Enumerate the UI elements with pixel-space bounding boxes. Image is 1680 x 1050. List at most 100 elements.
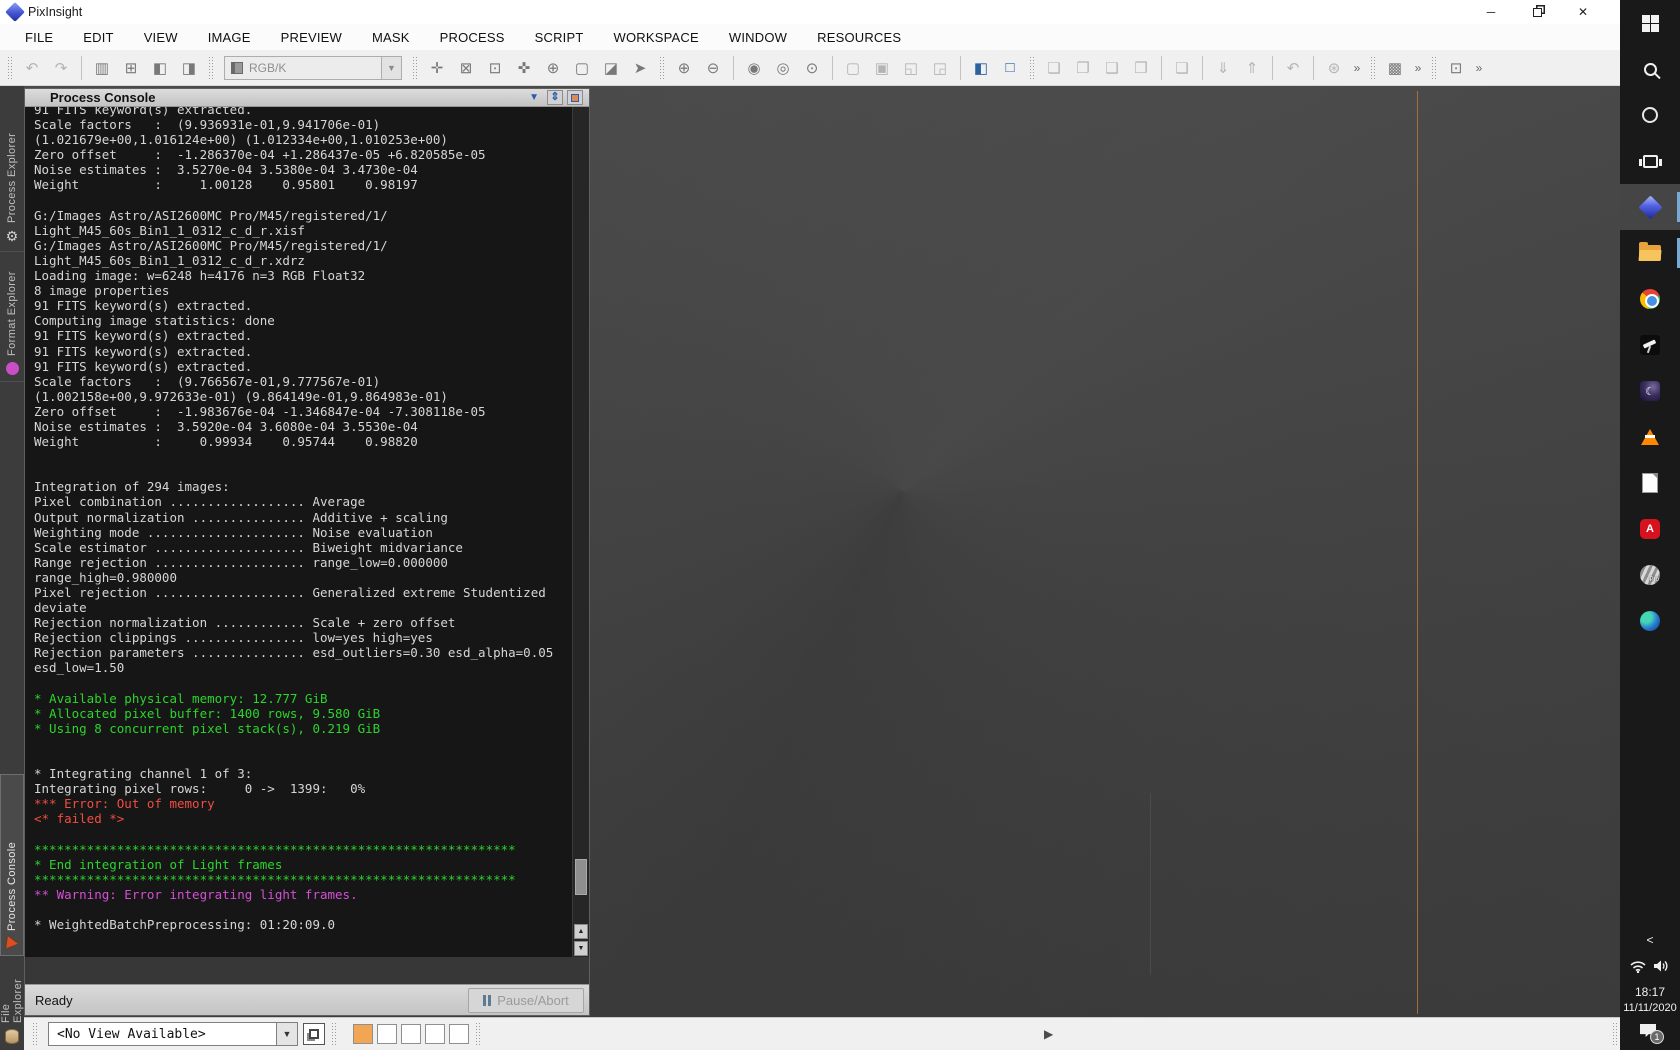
- color-swatch-white[interactable]: [449, 1024, 469, 1044]
- menu-mask[interactable]: MASK: [357, 30, 425, 45]
- restore-process-icons-icon[interactable]: ↶: [1280, 55, 1306, 81]
- toolbar-overflow-chevron[interactable]: »: [1411, 61, 1425, 75]
- toolbar-overflow-chevron[interactable]: »: [1472, 61, 1486, 75]
- taskbar-stellarium-button[interactable]: ☾: [1620, 368, 1680, 414]
- cortana-button[interactable]: [1620, 92, 1680, 138]
- workspace-texture-icon[interactable]: ▩: [1382, 55, 1408, 81]
- readout-mode-icon[interactable]: ➤: [627, 55, 653, 81]
- wifi-icon[interactable]: [1630, 960, 1646, 973]
- menu-window[interactable]: WINDOW: [714, 30, 802, 45]
- console-shade-button[interactable]: ⇕: [547, 90, 563, 105]
- color-swatch-white[interactable]: [377, 1024, 397, 1044]
- center-view-icon[interactable]: ⊕: [540, 55, 566, 81]
- chevron-down-icon[interactable]: ▼: [381, 57, 401, 79]
- new-image-icon[interactable]: ⊞: [118, 55, 144, 81]
- menu-image[interactable]: IMAGE: [193, 30, 266, 45]
- select-all-previews-icon[interactable]: ▣: [869, 55, 895, 81]
- taskbar-chrome-button[interactable]: [1620, 276, 1680, 322]
- console-dock-button[interactable]: [567, 90, 583, 105]
- undo-icon[interactable]: ↶: [19, 55, 45, 81]
- screen-setup-icon[interactable]: ⊡: [1443, 55, 1469, 81]
- console-titlebar[interactable]: Process Console ▼ ⇕: [25, 89, 589, 107]
- taskbar-pixinsight-button[interactable]: [1620, 184, 1680, 230]
- save-image-icon[interactable]: ◧: [147, 55, 173, 81]
- menu-edit[interactable]: EDIT: [68, 30, 128, 45]
- scrollbar-track[interactable]: [573, 107, 589, 923]
- new-process-icon-icon[interactable]: ❏: [1041, 55, 1067, 81]
- color-swatch-white[interactable]: [425, 1024, 445, 1044]
- scroll-down-button[interactable]: ▼: [574, 941, 588, 956]
- maximize-window-icon[interactable]: ◧: [968, 55, 994, 81]
- redo-icon[interactable]: ↷: [48, 55, 74, 81]
- close-button[interactable]: ✕: [1568, 2, 1598, 22]
- scrollbar-thumb[interactable]: [575, 859, 587, 895]
- menu-workspace[interactable]: WORKSPACE: [599, 30, 714, 45]
- maximize-button[interactable]: [1522, 2, 1552, 22]
- taskbar-sgp-button[interactable]: Pro: [1620, 552, 1680, 598]
- add-process-icon-icon[interactable]: ❒: [1128, 55, 1154, 81]
- menu-preview[interactable]: PREVIEW: [266, 30, 357, 45]
- rgbk-selector[interactable]: RGB/K ▼: [224, 56, 402, 80]
- chevron-down-icon[interactable]: ▼: [276, 1023, 297, 1045]
- console-menu-button[interactable]: ▼: [529, 92, 539, 103]
- load-process-icons-icon[interactable]: ⇓: [1210, 55, 1236, 81]
- process-icons-settings-icon[interactable]: ⊛: [1321, 55, 1347, 81]
- view-selector[interactable]: <No View Available> ▼: [48, 1022, 298, 1046]
- tab-process-explorer[interactable]: Process Explorer ⚙: [0, 86, 24, 252]
- taskbar-edge-button[interactable]: [1620, 598, 1680, 644]
- zoom-in-icon[interactable]: ⊕: [671, 55, 697, 81]
- fit-window-icon[interactable]: □: [997, 55, 1023, 81]
- console-resize-strip: [25, 957, 589, 984]
- console-scrollbar[interactable]: ▲ ▼: [572, 107, 589, 957]
- zoom-to-optimal-icon[interactable]: ⊙: [799, 55, 825, 81]
- pause-abort-button[interactable]: Pause/Abort: [468, 988, 584, 1013]
- taskbar-acrobat-button[interactable]: A: [1620, 506, 1680, 552]
- color-swatch-white[interactable]: [401, 1024, 421, 1044]
- delete-preview-icon[interactable]: ◲: [927, 55, 953, 81]
- windows-logo-icon: [1642, 15, 1659, 32]
- tab-format-explorer[interactable]: Format Explorer: [0, 252, 24, 382]
- taskbar-vlc-button[interactable]: [1620, 414, 1680, 460]
- search-button[interactable]: [1620, 46, 1680, 92]
- tab-file-explorer[interactable]: File Explorer: [0, 956, 24, 1050]
- pan-mode-icon[interactable]: ✜: [511, 55, 537, 81]
- task-view-button[interactable]: [1620, 138, 1680, 184]
- new-preview-mode-icon[interactable]: ▢: [569, 55, 595, 81]
- menu-script[interactable]: SCRIPT: [520, 30, 599, 45]
- menu-resources[interactable]: RESOURCES: [802, 30, 916, 45]
- save-process-icons-icon[interactable]: ⇑: [1239, 55, 1265, 81]
- minimize-button[interactable]: ─: [1476, 2, 1506, 22]
- taskbar-clock[interactable]: 18:17 11/11/2020: [1623, 985, 1676, 1014]
- menu-file[interactable]: FILE: [10, 30, 68, 45]
- contract-view-icon[interactable]: ⊡: [482, 55, 508, 81]
- new-view-window-button[interactable]: [303, 1023, 325, 1045]
- menu-process[interactable]: PROCESS: [425, 30, 520, 45]
- zoom-1-1-icon[interactable]: ◉: [741, 55, 767, 81]
- menu-view[interactable]: VIEW: [129, 30, 193, 45]
- start-button[interactable]: [1620, 0, 1680, 46]
- tray-expand-chevron[interactable]: <: [1646, 933, 1653, 947]
- browse-process-icons-icon[interactable]: ❏: [1169, 55, 1195, 81]
- color-swatch-orange[interactable]: [353, 1024, 373, 1044]
- select-preview-icon[interactable]: ▢: [840, 55, 866, 81]
- zoom-to-fit-icon[interactable]: ◎: [770, 55, 796, 81]
- taskbar-telescope-button[interactable]: [1620, 322, 1680, 368]
- console-line: 91 FITS keyword(s) extracted.: [34, 298, 572, 313]
- track-view-icon[interactable]: ✛: [424, 55, 450, 81]
- toolbar-overflow-chevron[interactable]: »: [1350, 61, 1364, 75]
- edit-preview-mode-icon[interactable]: ◪: [598, 55, 624, 81]
- expand-view-icon[interactable]: ⊠: [453, 55, 479, 81]
- maximize-preview-icon[interactable]: ◱: [898, 55, 924, 81]
- taskbar-libreoffice-button[interactable]: [1620, 460, 1680, 506]
- image-identifier-icon[interactable]: ▥: [89, 55, 115, 81]
- zoom-out-icon[interactable]: ⊖: [700, 55, 726, 81]
- play-button[interactable]: ▶: [1044, 1027, 1053, 1041]
- volume-icon[interactable]: [1653, 959, 1670, 973]
- action-center-button[interactable]: 1: [1640, 1024, 1660, 1040]
- taskbar-explorer-button[interactable]: [1620, 230, 1680, 276]
- save-image-as-icon[interactable]: ◨: [176, 55, 202, 81]
- scroll-up-button[interactable]: ▲: [574, 924, 588, 939]
- tab-process-console[interactable]: Process Console: [0, 774, 24, 956]
- clone-process-icon-icon[interactable]: ❑: [1099, 55, 1125, 81]
- edit-process-icon-icon[interactable]: ❐: [1070, 55, 1096, 81]
